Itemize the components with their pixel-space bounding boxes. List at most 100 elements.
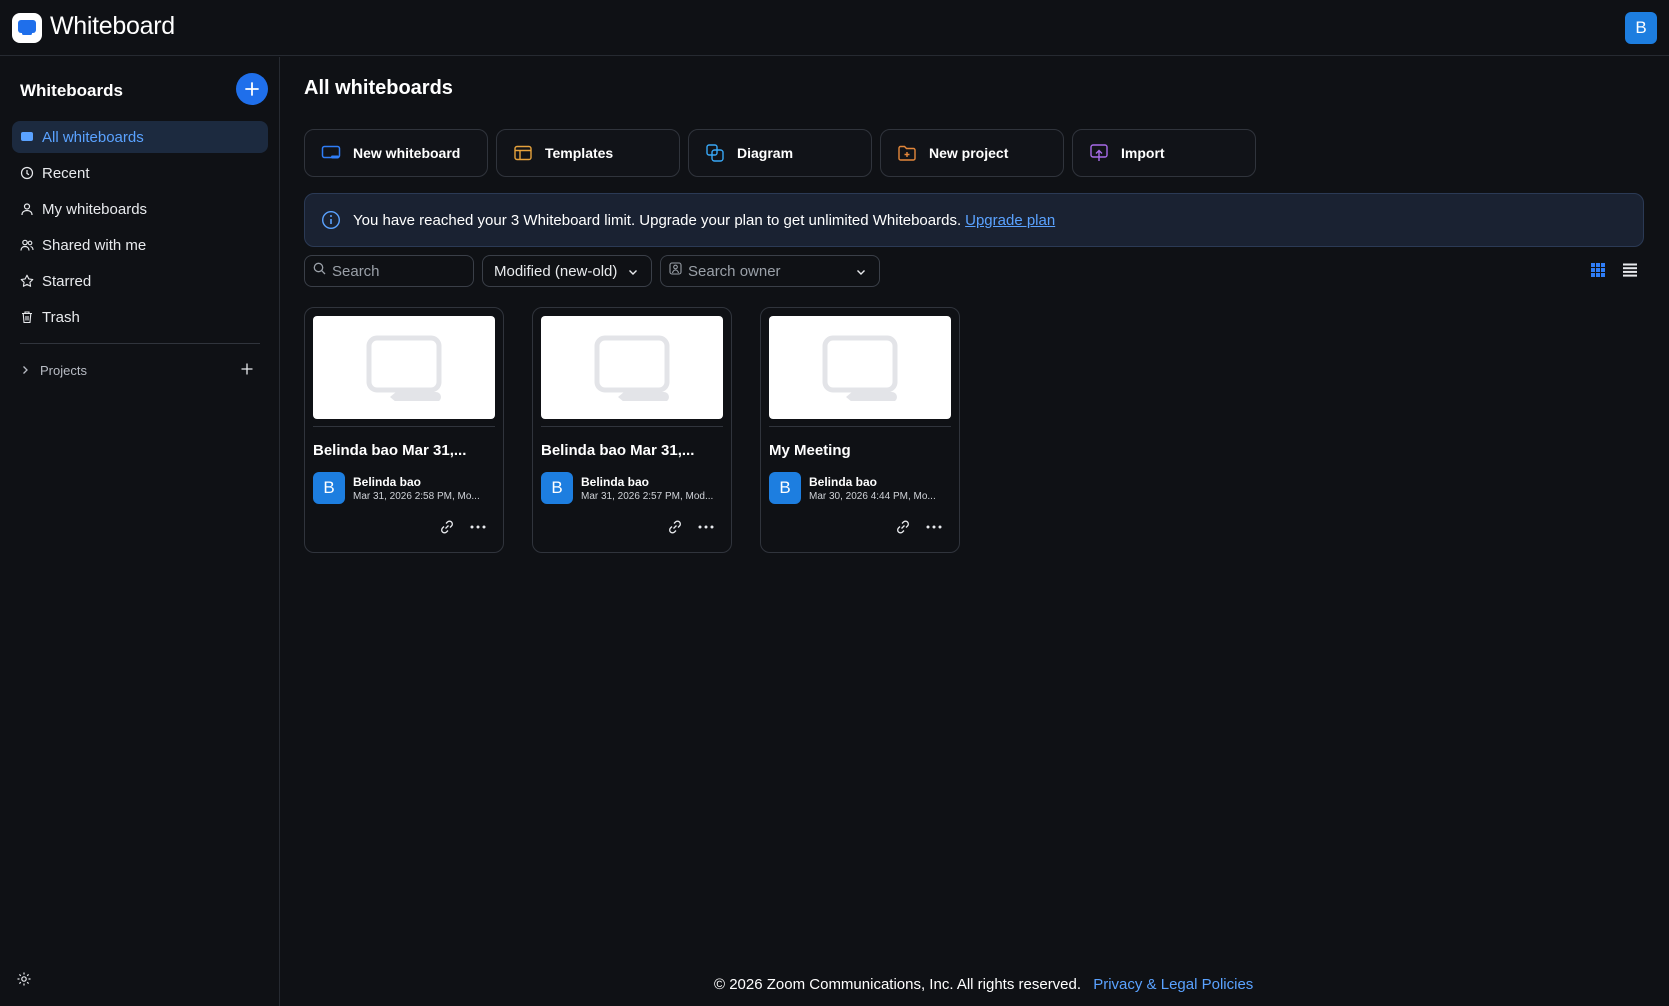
- plus-icon: [245, 82, 259, 96]
- sidebar-item-label: Starred: [42, 272, 92, 290]
- card-owner: Belinda bao: [353, 475, 422, 489]
- action-label: Diagram: [737, 145, 794, 161]
- user-avatar[interactable]: B: [1625, 12, 1657, 44]
- templates-icon: [513, 143, 533, 163]
- top-bar: Whiteboard B: [0, 0, 1669, 56]
- person-icon: [20, 202, 34, 216]
- diagram-icon: [705, 143, 725, 163]
- chevron-down-icon: [627, 265, 639, 282]
- limit-banner: You have reached your 3 Whiteboard limit…: [304, 193, 1644, 247]
- owner-avatar: B: [313, 472, 345, 504]
- sidebar-item-starred[interactable]: Starred: [12, 265, 268, 297]
- import-button[interactable]: Import: [1072, 129, 1256, 177]
- whiteboard-logo-icon[interactable]: [12, 13, 42, 43]
- copy-link-icon[interactable]: [439, 519, 455, 535]
- whiteboard-card[interactable]: Belinda bao Mar 31,... B Belinda bao Mar…: [532, 307, 732, 553]
- owner-search-input[interactable]: [688, 262, 808, 280]
- search-input[interactable]: [332, 262, 452, 280]
- whiteboard-card[interactable]: My Meeting B Belinda bao Mar 30, 2026 4:…: [760, 307, 960, 553]
- sidebar-item-label: Shared with me: [42, 236, 147, 254]
- info-icon: [321, 210, 341, 230]
- sidebar-nav: All whiteboards Recent My whiteboards Sh…: [12, 121, 268, 337]
- upgrade-plan-link[interactable]: Upgrade plan: [965, 212, 1055, 229]
- whiteboard-icon: [20, 130, 34, 144]
- more-options-icon[interactable]: [925, 519, 943, 535]
- card-owner: Belinda bao: [581, 475, 650, 489]
- new-project-icon: [897, 143, 917, 163]
- filter-row: Modified (new-old): [304, 255, 1644, 287]
- sort-value: Modified (new-old): [494, 262, 618, 280]
- main-content: All whiteboards New whiteboard Templates…: [281, 57, 1669, 1006]
- sidebar-item-all-whiteboards[interactable]: All whiteboards: [12, 121, 268, 153]
- sidebar-item-my-whiteboards[interactable]: My whiteboards: [12, 193, 268, 225]
- search-icon: [313, 262, 326, 280]
- app-title: Whiteboard: [50, 12, 175, 40]
- settings-gear-icon[interactable]: [16, 971, 32, 987]
- card-date: Mar 31, 2026 2:58 PM, Mo...: [353, 491, 480, 502]
- list-view-icon[interactable]: [1622, 262, 1638, 283]
- card-divider: [313, 426, 495, 427]
- page-title: All whiteboards: [304, 77, 453, 99]
- whiteboard-card[interactable]: Belinda bao Mar 31,... B Belinda bao Mar…: [304, 307, 504, 553]
- sidebar-item-label: All whiteboards: [42, 128, 144, 146]
- card-title[interactable]: Belinda bao Mar 31,...: [313, 442, 495, 459]
- new-project-button[interactable]: New project: [880, 129, 1064, 177]
- whiteboard-thumbnail[interactable]: [541, 316, 723, 419]
- whiteboard-placeholder-icon: [366, 335, 442, 401]
- sidebar-item-label: Recent: [42, 164, 90, 182]
- chevron-down-icon[interactable]: [855, 265, 867, 283]
- action-label: Import: [1121, 145, 1165, 161]
- whiteboard-thumbnail[interactable]: [769, 316, 951, 419]
- people-icon: [20, 238, 34, 252]
- sidebar-item-label: My whiteboards: [42, 200, 148, 218]
- whiteboard-grid: Belinda bao Mar 31,... B Belinda bao Mar…: [304, 307, 960, 553]
- more-options-icon[interactable]: [469, 519, 487, 535]
- history-icon: [20, 166, 34, 180]
- trash-icon: [20, 310, 34, 324]
- banner-text: You have reached your 3 Whiteboard limit…: [353, 211, 962, 229]
- whiteboard-thumbnail[interactable]: [313, 316, 495, 419]
- action-label: New project: [929, 145, 1009, 161]
- owner-avatar: B: [541, 472, 573, 504]
- owner-filter[interactable]: [660, 255, 880, 287]
- sort-select[interactable]: Modified (new-old): [482, 255, 652, 287]
- card-title[interactable]: Belinda bao Mar 31,...: [541, 442, 723, 459]
- star-icon: [20, 274, 34, 288]
- more-options-icon[interactable]: [697, 519, 715, 535]
- diagram-button[interactable]: Diagram: [688, 129, 872, 177]
- card-title[interactable]: My Meeting: [769, 442, 951, 459]
- chevron-right-icon[interactable]: [20, 365, 34, 375]
- sidebar-item-recent[interactable]: Recent: [12, 157, 268, 189]
- templates-button[interactable]: Templates: [496, 129, 680, 177]
- owner-avatar: B: [769, 472, 801, 504]
- sidebar-item-shared-with-me[interactable]: Shared with me: [12, 229, 268, 261]
- projects-label: Projects: [40, 362, 87, 378]
- search-field[interactable]: [304, 255, 474, 287]
- card-owner: Belinda bao: [809, 475, 878, 489]
- card-divider: [769, 426, 951, 427]
- footer: © 2026 Zoom Communications, Inc. All rig…: [714, 976, 1253, 993]
- quick-actions: New whiteboard Templates Diagram New pro…: [304, 129, 1256, 177]
- add-whiteboard-button[interactable]: [236, 73, 268, 105]
- whiteboard-placeholder-icon: [822, 335, 898, 401]
- projects-section[interactable]: Projects: [20, 357, 260, 383]
- copy-link-icon[interactable]: [667, 519, 683, 535]
- privacy-legal-link[interactable]: Privacy & Legal Policies: [1093, 976, 1253, 993]
- sidebar-title: Whiteboards: [20, 81, 123, 100]
- card-date: Mar 31, 2026 2:57 PM, Mod...: [581, 491, 714, 502]
- new-whiteboard-icon: [321, 143, 341, 163]
- sidebar-item-trash[interactable]: Trash: [12, 301, 268, 333]
- action-label: New whiteboard: [353, 145, 461, 161]
- new-whiteboard-button[interactable]: New whiteboard: [304, 129, 488, 177]
- copy-link-icon[interactable]: [895, 519, 911, 535]
- whiteboard-placeholder-icon: [594, 335, 670, 401]
- action-label: Templates: [545, 145, 614, 161]
- import-icon: [1089, 143, 1109, 163]
- sidebar-divider: [20, 343, 260, 344]
- grid-view-icon[interactable]: [1590, 262, 1606, 283]
- sidebar: Whiteboards All whiteboards Recent My wh…: [0, 57, 280, 1006]
- sidebar-item-label: Trash: [42, 308, 80, 326]
- add-project-icon[interactable]: [240, 362, 254, 379]
- owner-icon: [669, 262, 682, 280]
- copyright-text: © 2026 Zoom Communications, Inc. All rig…: [714, 976, 1082, 993]
